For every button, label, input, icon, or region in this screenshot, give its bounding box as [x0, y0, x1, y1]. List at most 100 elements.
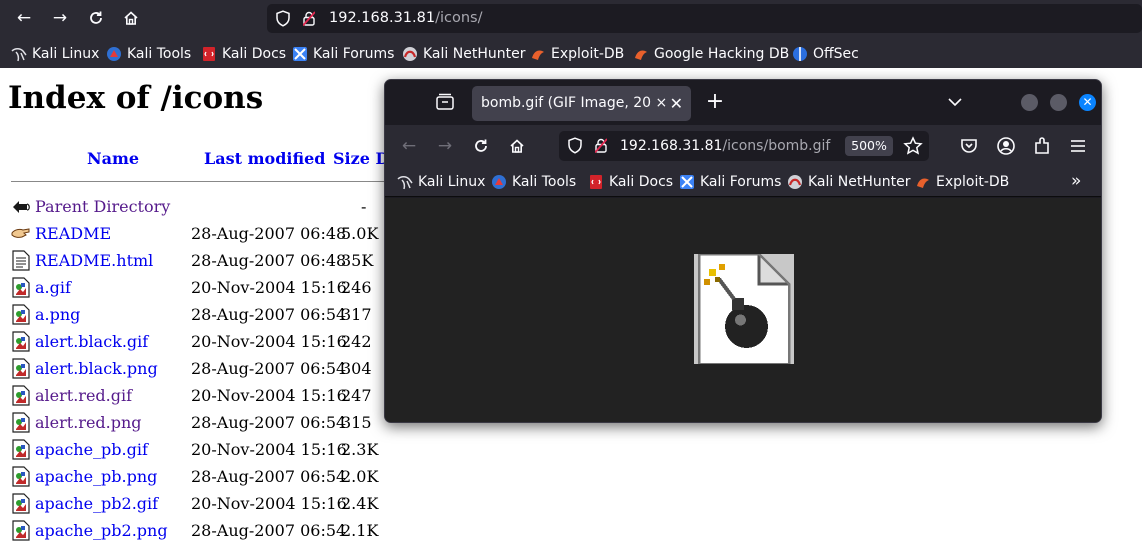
- popup-url-text[interactable]: 192.168.31.81/icons/bomb.gif: [620, 131, 830, 161]
- file-last-modified: 28-Aug-2007 06:54: [191, 521, 347, 540]
- file-link[interactable]: a.gif: [35, 278, 71, 297]
- image-file-icon: [11, 466, 31, 487]
- file-link[interactable]: apache_pb2.gif: [35, 494, 158, 513]
- popup-active-tab[interactable]: bomb.gif (GIF Image, 20 × 22 ✕: [472, 86, 691, 121]
- column-header-last-modified[interactable]: Last modified: [204, 149, 325, 168]
- bookmark-label: Kali Forums: [700, 174, 782, 190]
- kali-tools-icon: [107, 47, 121, 61]
- bookmark-kali-forums[interactable]: Kali Forums: [679, 172, 781, 192]
- file-size: 5.0K: [341, 224, 379, 243]
- bookmark-kali-forums[interactable]: Kali Forums: [292, 44, 394, 64]
- file-last-modified: 20-Nov-2004 15:16: [191, 440, 347, 459]
- file-link[interactable]: Parent Directory: [35, 197, 170, 216]
- reload-button[interactable]: [81, 4, 111, 32]
- popup-reload-button[interactable]: [467, 132, 495, 160]
- table-row: a.gif 20-Nov-2004 15:16 246: [11, 275, 391, 302]
- table-row: README.html 28-Aug-2007 06:48 35K: [11, 248, 391, 275]
- reload-icon: [475, 139, 487, 152]
- pocket-icon[interactable]: [958, 135, 980, 157]
- file-link[interactable]: a.png: [35, 305, 80, 324]
- tracking-protection-shield-icon[interactable]: [567, 137, 583, 154]
- maximize-window-button[interactable]: [1050, 94, 1067, 111]
- bookmark-label: Kali Linux: [418, 174, 486, 190]
- popup-tab-bar: bomb.gif (GIF Image, 20 × 22 ✕ + ✕: [385, 80, 1101, 125]
- file-link[interactable]: alert.red.gif: [35, 386, 132, 405]
- file-size: 247: [341, 386, 372, 405]
- file-link[interactable]: alert.red.png: [35, 413, 142, 432]
- address-bar[interactable]: 192.168.31.81/icons/: [267, 4, 1142, 33]
- bookmark-kali-tools[interactable]: Kali Tools: [106, 44, 191, 64]
- minimize-window-button[interactable]: [1021, 94, 1038, 111]
- back-icon: [11, 196, 31, 217]
- file-link[interactable]: README.html: [35, 251, 153, 270]
- bookmark-kali-linux[interactable]: Kali Linux: [397, 172, 485, 192]
- file-last-modified: 28-Aug-2007 06:54: [191, 467, 347, 486]
- kali-tools-icon: [492, 175, 506, 189]
- file-link[interactable]: apache_pb2.png: [35, 521, 168, 540]
- account-icon[interactable]: [995, 135, 1017, 157]
- column-header-name[interactable]: Name: [87, 149, 139, 168]
- file-last-modified: 20-Nov-2004 15:16: [191, 278, 347, 297]
- insecure-lock-icon[interactable]: [595, 138, 607, 153]
- bookmark-label: Kali Forums: [313, 46, 395, 62]
- bookmark-kali-nethunter[interactable]: Kali NetHunter: [402, 44, 525, 64]
- bookmark-google-hacking-db[interactable]: Google Hacking DB: [633, 44, 789, 64]
- kali-docs-icon: [590, 175, 602, 189]
- extensions-icon[interactable]: [1031, 135, 1053, 157]
- popup-home-button[interactable]: [503, 132, 531, 160]
- home-button[interactable]: [116, 4, 146, 32]
- page-title: Index of /icons: [8, 80, 264, 116]
- file-link[interactable]: apache_pb.gif: [35, 440, 148, 459]
- zoom-level-badge[interactable]: 500%: [845, 136, 893, 156]
- bookmark-exploit-db[interactable]: Exploit-DB: [530, 44, 624, 64]
- file-link[interactable]: alert.black.gif: [35, 332, 148, 351]
- new-tab-button[interactable]: +: [703, 90, 727, 114]
- popup-forward-button[interactable]: →: [431, 132, 459, 160]
- menu-hamburger-icon[interactable]: [1067, 135, 1089, 157]
- file-size: 246: [341, 278, 372, 297]
- table-row: apache_pb.png 28-Aug-2007 06:54 2.0K: [11, 464, 391, 491]
- back-button[interactable]: ←: [9, 4, 39, 32]
- bookmark-star-icon[interactable]: [902, 134, 924, 158]
- file-size: 242: [341, 332, 372, 351]
- popup-back-button[interactable]: ←: [395, 132, 423, 160]
- tracking-protection-shield-icon[interactable]: [275, 10, 291, 27]
- bookmark-kali-tools[interactable]: Kali Tools: [491, 172, 576, 192]
- bomb-file-icon[interactable]: [694, 254, 794, 364]
- reload-icon: [90, 11, 102, 24]
- image-popup-window: bomb.gif (GIF Image, 20 × 22 ✕ + ✕ ← →: [384, 79, 1102, 423]
- bookmark-label: Google Hacking DB: [654, 46, 790, 62]
- insecure-lock-icon[interactable]: [303, 11, 315, 26]
- home-icon: [124, 11, 138, 25]
- header-divider: [11, 181, 391, 182]
- more-bookmarks-chevron-icon[interactable]: »: [1071, 171, 1081, 191]
- bookmark-exploit-db[interactable]: Exploit-DB: [915, 172, 1009, 192]
- file-link[interactable]: README: [35, 224, 111, 243]
- file-size: 2.3K: [341, 440, 379, 459]
- bookmark-kali-linux[interactable]: Kali Linux: [11, 44, 99, 64]
- list-all-tabs-chevron-icon[interactable]: [945, 92, 965, 112]
- close-tab-icon[interactable]: ✕: [670, 86, 683, 121]
- image-file-icon: [11, 493, 31, 514]
- hand-icon: [11, 223, 31, 244]
- url-text[interactable]: 192.168.31.81/icons/: [329, 4, 482, 33]
- close-window-button[interactable]: ✕: [1079, 94, 1096, 111]
- kali-docs-icon: [203, 47, 215, 61]
- popup-navigation-toolbar: ← → 192.168.31.81/icons/bomb.gif 500%: [385, 125, 1101, 167]
- url-path: /icons/: [435, 10, 483, 26]
- bookmark-label: Kali Tools: [512, 174, 577, 190]
- tab-overview-icon[interactable]: [435, 92, 455, 112]
- bookmark-kali-nethunter[interactable]: Kali NetHunter: [787, 172, 910, 192]
- home-icon: [510, 139, 524, 153]
- file-link[interactable]: apache_pb.png: [35, 467, 157, 486]
- bookmark-label: Kali Docs: [222, 46, 287, 62]
- exploit-db-icon: [917, 178, 929, 188]
- file-size: 315: [341, 413, 372, 432]
- popup-address-bar[interactable]: 192.168.31.81/icons/bomb.gif 500%: [559, 131, 929, 161]
- bookmark-kali-docs[interactable]: Kali Docs: [588, 172, 673, 192]
- bookmark-offsec[interactable]: OffSec: [792, 44, 859, 64]
- bookmark-kali-docs[interactable]: Kali Docs: [201, 44, 286, 64]
- file-link[interactable]: alert.black.png: [35, 359, 158, 378]
- column-header-size[interactable]: Size D: [333, 149, 389, 168]
- forward-button[interactable]: →: [45, 4, 75, 32]
